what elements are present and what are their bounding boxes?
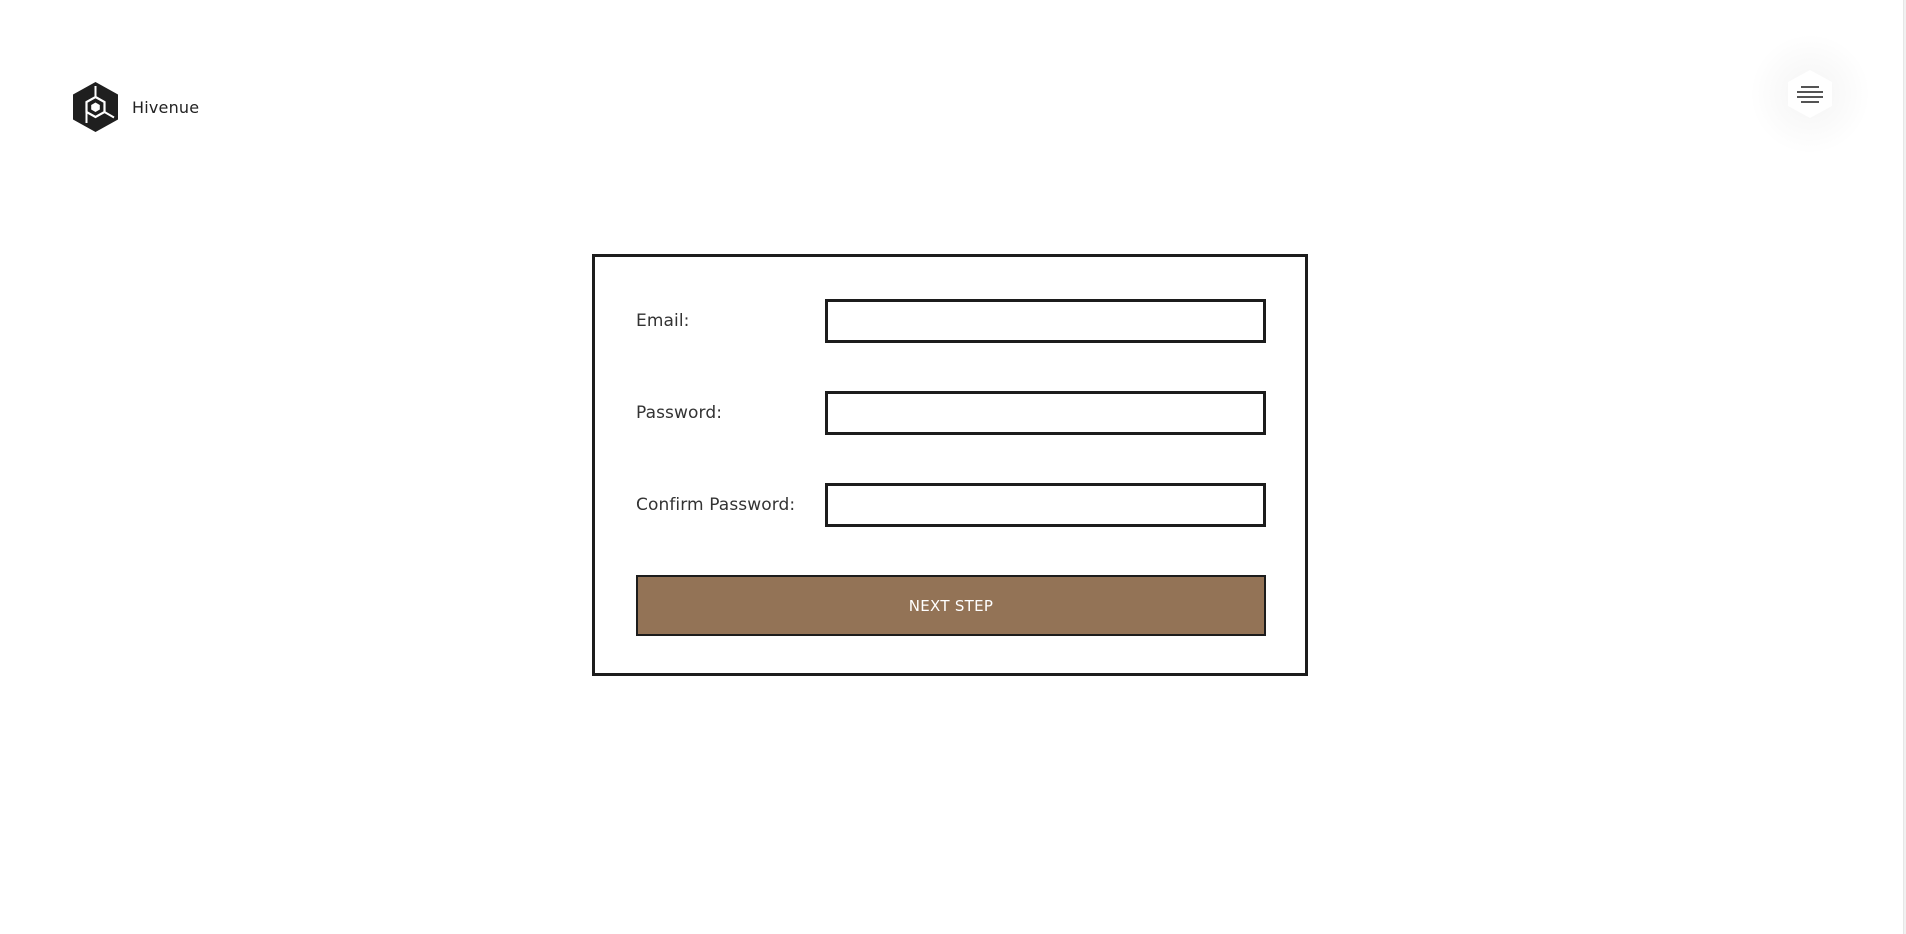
email-input[interactable] [825, 299, 1266, 343]
hexagon-cube-logo-icon [73, 82, 118, 132]
password-input[interactable] [825, 391, 1266, 435]
brand-name: Hivenue [132, 97, 200, 117]
confirm-password-row: Confirm Password: [636, 483, 1266, 527]
confirm-password-input[interactable] [825, 483, 1266, 527]
signup-form: Email: Password: Confirm Password: NEXT … [592, 254, 1308, 676]
password-label: Password: [636, 403, 723, 423]
email-row: Email: [636, 299, 1266, 343]
signup-page: Hivenue Email: Password: Confirm Passwor… [0, 0, 1906, 934]
email-label: Email: [636, 311, 690, 331]
brand-home-link[interactable]: Hivenue [73, 82, 199, 132]
hamburger-menu-icon [1797, 86, 1823, 103]
password-row: Password: [636, 391, 1266, 435]
next-step-button[interactable]: NEXT STEP [636, 575, 1266, 636]
confirm-password-label: Confirm Password: [636, 495, 796, 515]
